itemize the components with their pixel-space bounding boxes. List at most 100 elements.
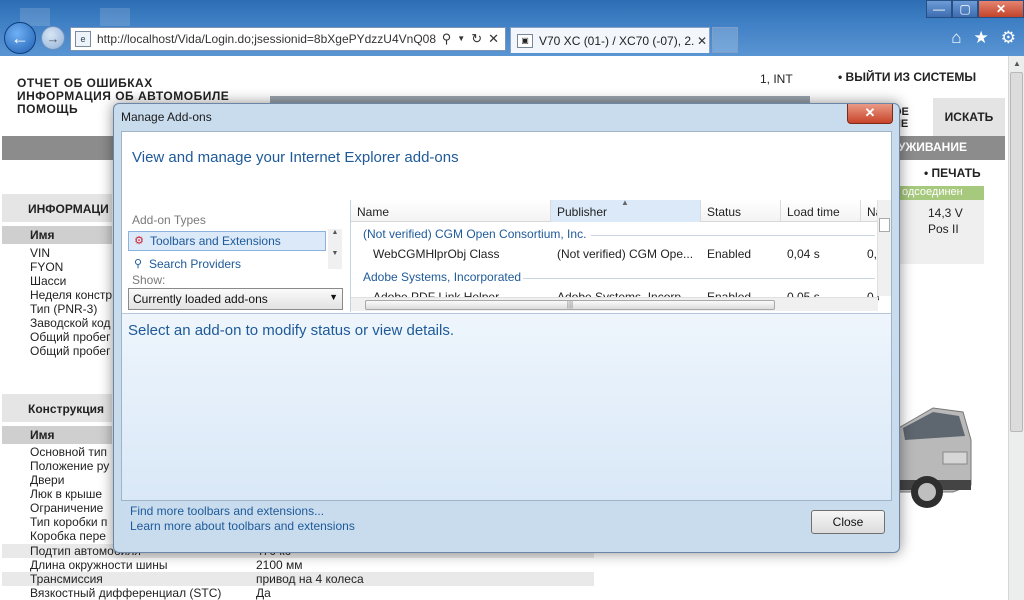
addon-types-label: Add-on Types bbox=[132, 213, 206, 227]
car-image bbox=[894, 407, 972, 508]
construction-row: Основной тип bbox=[30, 445, 108, 459]
addon-publisher: (Not verified) CGM Ope... bbox=[557, 247, 694, 261]
type-toolbars-extensions[interactable]: ⚙ Toolbars and Extensions bbox=[128, 231, 326, 251]
gear-icon[interactable]: ⚙ bbox=[1001, 28, 1016, 48]
search-icon[interactable]: ⚲ bbox=[442, 31, 452, 47]
sort-up-icon: ▲ bbox=[621, 200, 629, 207]
learn-more-link[interactable]: Learn more about toolbars and extensions bbox=[130, 519, 355, 534]
info-section-header: ИНФОРМАЦИ bbox=[2, 194, 112, 222]
print-label: ПЕЧАТЬ bbox=[931, 166, 981, 180]
dialog-heading: View and manage your Internet Explorer a… bbox=[132, 149, 459, 166]
maximize-button[interactable]: ▢ bbox=[952, 0, 978, 18]
dialog-close-icon[interactable]: ✕ bbox=[847, 104, 893, 124]
footer-links: Find more toolbars and extensions... Lea… bbox=[130, 504, 355, 534]
type-label: Toolbars and Extensions bbox=[150, 234, 281, 248]
type-search-providers[interactable]: ⚲ Search Providers bbox=[128, 254, 326, 274]
addon-name: WebCGMHlprObj Class bbox=[373, 247, 500, 261]
print-link[interactable]: • ПЕЧАТЬ bbox=[924, 166, 981, 180]
addons-columns: Name ▲Publisher Status Load time Na bbox=[351, 200, 879, 222]
table-row: Длина окружности шины 2100 мм bbox=[2, 558, 594, 572]
address-url[interactable]: http://localhost/Vida/Login.do;jsessioni… bbox=[97, 32, 442, 46]
column-status[interactable]: Status bbox=[701, 200, 781, 222]
table-row[interactable]: WebCGMHlprObj Class (Not verified) CGM O… bbox=[351, 247, 879, 265]
details-pane: Select an add-on to modify status or vie… bbox=[122, 313, 891, 500]
show-label: Show: bbox=[132, 273, 166, 287]
spec-value: 2100 мм bbox=[256, 558, 303, 572]
vida-tab-search[interactable]: ИСКАТЬ bbox=[933, 98, 1005, 136]
column-load-time[interactable]: Load time bbox=[781, 200, 861, 222]
table-row: Вязкостный дифференциал (STC) Да bbox=[2, 586, 594, 600]
type-label: Search Providers bbox=[149, 257, 242, 271]
refresh-icon[interactable]: ↻ bbox=[471, 31, 482, 47]
construction-name-header: Имя bbox=[2, 426, 112, 444]
scroll-up-icon[interactable]: ▲ bbox=[1009, 56, 1024, 72]
info-row: Тип (PNR-3) bbox=[30, 302, 98, 316]
tab-close-button[interactable]: ✕ bbox=[695, 34, 709, 48]
list-horizontal-scrollbar[interactable]: ||| bbox=[351, 297, 878, 311]
column-publisher-label: Publisher bbox=[557, 205, 608, 219]
tab-page-icon: ▣ bbox=[517, 33, 533, 48]
scroll-thumb[interactable] bbox=[1010, 72, 1023, 432]
info-row: Неделя констр bbox=[30, 288, 113, 302]
close-button[interactable]: Close bbox=[811, 510, 885, 534]
window-close-button[interactable]: ✕ bbox=[978, 0, 1024, 18]
spec-key: Длина окружности шины bbox=[30, 558, 168, 572]
voltage-value: 14,3 V bbox=[928, 206, 963, 220]
gear-blocked-icon: ⚙ bbox=[134, 235, 144, 247]
construction-row: Ограничение bbox=[30, 501, 104, 515]
addon-load-time: 0,04 s bbox=[787, 247, 820, 261]
construction-row: Положение ру bbox=[30, 459, 110, 473]
info-row: Заводской код bbox=[30, 316, 111, 330]
spec-value: Да bbox=[256, 586, 271, 600]
types-scrollbar[interactable]: ▲ ▼ bbox=[328, 229, 342, 269]
info-row: Шасси bbox=[30, 274, 67, 288]
construction-list: Основной тип Положение ру Двери Люк в кр… bbox=[30, 445, 109, 543]
taskbar-thumb bbox=[100, 8, 130, 26]
user-info: 1, INT bbox=[760, 72, 793, 86]
stop-icon[interactable]: ✕ bbox=[488, 31, 499, 47]
page-icon: e bbox=[75, 31, 91, 47]
service-label: УЖИВАНИЕ bbox=[898, 140, 967, 154]
address-bar[interactable]: e http://localhost/Vida/Login.do;jsessio… bbox=[70, 27, 506, 51]
dialog-header: View and manage your Internet Explorer a… bbox=[121, 131, 892, 201]
status-panel: 14,3 V Pos II bbox=[898, 200, 984, 264]
spec-key: Трансмиссия bbox=[30, 572, 103, 586]
list-vertical-scrollbar[interactable] bbox=[877, 200, 891, 296]
group-divider bbox=[591, 235, 875, 236]
construction-row: Тип коробки п bbox=[30, 515, 108, 529]
column-name[interactable]: Name bbox=[351, 200, 551, 222]
group-header: Adobe Systems, Incorporated bbox=[363, 270, 522, 284]
addons-list: Name ▲Publisher Status Load time Na (Not… bbox=[350, 200, 891, 312]
minimize-button[interactable]: — bbox=[926, 0, 952, 18]
connection-status: одсоединен bbox=[898, 186, 984, 200]
addon-types-panel: Add-on Types ⚙ Toolbars and Extensions ⚲… bbox=[122, 200, 348, 312]
scroll-thumb[interactable]: ||| bbox=[365, 300, 775, 310]
construction-row: Люк в крыше bbox=[30, 487, 103, 501]
info-row: VIN bbox=[30, 246, 51, 260]
chevron-down-icon: ▼ bbox=[329, 292, 338, 302]
home-icon[interactable]: ⌂ bbox=[951, 28, 961, 48]
manage-addons-dialog: Manage Add-ons ✕ View and manage your In… bbox=[113, 103, 900, 553]
construction-section-header: Конструкция bbox=[2, 394, 112, 422]
scroll-thumb[interactable] bbox=[879, 218, 890, 232]
info-row: Общий пробег bbox=[30, 330, 111, 344]
find-more-link[interactable]: Find more toolbars and extensions... bbox=[130, 504, 355, 519]
spec-key: Вязкостный дифференциал (STC) bbox=[30, 586, 222, 600]
forward-button[interactable]: → bbox=[41, 26, 65, 50]
new-tab-button[interactable] bbox=[712, 27, 738, 53]
star-icon[interactable]: ★ bbox=[974, 28, 989, 48]
chevron-down-icon[interactable]: ▼ bbox=[457, 31, 465, 47]
construction-row: Двери bbox=[30, 473, 65, 487]
logout-label: ВЫЙТИ ИЗ СИСТЕМЫ bbox=[845, 70, 977, 84]
column-publisher[interactable]: ▲ Publisher bbox=[551, 200, 701, 222]
construction-row: Коробка пере bbox=[30, 529, 106, 543]
group-divider bbox=[523, 278, 875, 279]
addon-status: Enabled bbox=[707, 247, 752, 261]
logout-link[interactable]: • ВЫЙТИ ИЗ СИСТЕМЫ bbox=[838, 70, 976, 84]
browser-tab[interactable]: ▣ V70 XC (01-) / XC70 (-07), 2... ✕ bbox=[510, 27, 710, 53]
page-scrollbar[interactable]: ▲ bbox=[1008, 56, 1024, 600]
tab-title: V70 XC (01-) / XC70 (-07), 2... bbox=[539, 33, 695, 48]
back-button[interactable]: ← bbox=[4, 22, 36, 54]
show-select[interactable]: Currently loaded add-ons ▼ bbox=[128, 288, 343, 310]
info-list: VIN FYON Шасси Неделя констр Тип (PNR-3)… bbox=[30, 246, 112, 358]
